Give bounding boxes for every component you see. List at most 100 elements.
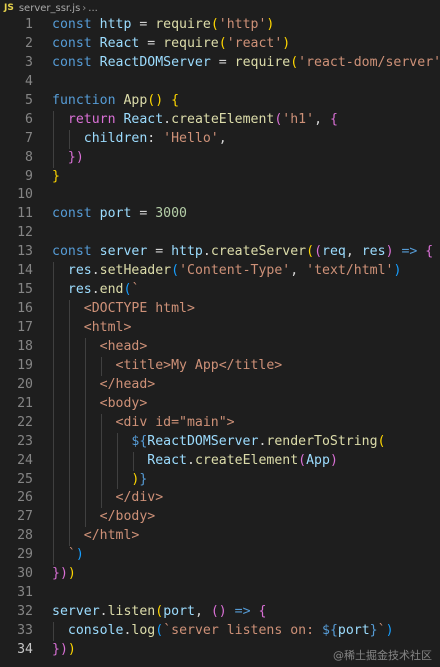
code-text: })) bbox=[52, 565, 76, 584]
code-line[interactable]: 28 </html> bbox=[0, 527, 440, 547]
code-token: ( bbox=[306, 244, 315, 260]
code-line[interactable]: 5 function App() { bbox=[0, 92, 440, 111]
code-token: App bbox=[306, 452, 330, 468]
code-token: const bbox=[52, 17, 100, 32]
code-line[interactable]: 26 </div> bbox=[0, 489, 440, 509]
code-line[interactable]: 9} bbox=[0, 168, 440, 187]
code-line[interactable]: 12 bbox=[0, 224, 440, 243]
line-number: 14 bbox=[17, 263, 33, 279]
code-line[interactable]: 29 `) bbox=[0, 546, 440, 566]
code-token: require bbox=[155, 17, 211, 32]
code-line[interactable]: 22 <div id="main"> bbox=[0, 413, 440, 433]
code-line[interactable]: 23 ${ReactDOMServer.renderToString( bbox=[0, 432, 440, 452]
code-line[interactable]: 32 server.listen(port, () => { bbox=[0, 603, 440, 622]
code-token: ` bbox=[377, 623, 386, 638]
code-token: { bbox=[329, 111, 338, 127]
code-line[interactable]: 2 const React = require('react') bbox=[0, 35, 440, 54]
code-text: <body> bbox=[52, 395, 148, 414]
code-text: <div id="main"> bbox=[52, 414, 235, 433]
code-token: , bbox=[290, 263, 307, 279]
code-token: const bbox=[52, 244, 100, 260]
code-text: React.createElement(App) bbox=[52, 452, 338, 471]
breadcrumb-filename[interactable]: server_ssr.js bbox=[19, 3, 80, 14]
code-token: { bbox=[425, 244, 434, 260]
code-token: . bbox=[186, 452, 195, 468]
code-line[interactable]: 19 <title>My App</title> bbox=[0, 356, 440, 376]
code-token: <title>My App</title> bbox=[52, 357, 283, 373]
code-line[interactable]: 15 res.end(` bbox=[0, 281, 440, 301]
code-line[interactable]: 8 }) bbox=[0, 148, 440, 168]
code-line[interactable]: 20 </head> bbox=[0, 375, 440, 395]
code-token: server bbox=[52, 604, 100, 620]
code-token: ReactDOMServer bbox=[99, 54, 211, 70]
code-token: port bbox=[163, 604, 195, 620]
code-token: const bbox=[52, 206, 100, 222]
code-text: `) bbox=[52, 546, 84, 565]
code-line[interactable]: 16 <DOCTYPE html> bbox=[0, 300, 440, 319]
code-token: = bbox=[139, 35, 164, 51]
code-line[interactable]: 17 <html> bbox=[0, 319, 440, 338]
code-line[interactable]: 4 bbox=[0, 73, 440, 92]
breadcrumb: JS server_ssr.js › ... bbox=[0, 0, 440, 16]
code-token: <body> bbox=[52, 395, 148, 411]
code-text: } bbox=[52, 168, 60, 187]
code-token: = bbox=[147, 244, 172, 260]
code-editor[interactable]: 1 const http = require('http') 2 const Reac… bbox=[0, 16, 440, 660]
line-number: 28 bbox=[17, 528, 33, 544]
line-number: 34 bbox=[17, 641, 33, 657]
code-token: 'react' bbox=[226, 35, 283, 51]
code-line[interactable]: 1 const http = require('http') bbox=[0, 16, 440, 35]
code-token: ( bbox=[155, 623, 164, 638]
code-token: createElement bbox=[194, 452, 299, 468]
code-token: ) bbox=[385, 244, 402, 260]
code-token: createElement bbox=[171, 111, 275, 127]
code-text: const http = require('http') bbox=[52, 16, 274, 35]
code-token: ${ bbox=[52, 433, 148, 449]
code-line[interactable]: 21 <body> bbox=[0, 394, 440, 414]
line-number: 25 bbox=[17, 471, 33, 487]
code-line[interactable]: 14 res.setHeader('Content-Type', 'text/h… bbox=[0, 262, 440, 282]
code-line[interactable]: 31 bbox=[0, 584, 440, 603]
code-token: ) bbox=[67, 566, 76, 582]
code-token: function bbox=[52, 92, 124, 108]
code-token: }) bbox=[52, 566, 68, 582]
code-line[interactable]: 3 const ReactDOMServer = require('react-d… bbox=[0, 54, 440, 73]
code-token: ( bbox=[218, 35, 227, 51]
code-line[interactable]: 18 <head> bbox=[0, 337, 440, 357]
code-line[interactable]: 6 return React.createElement('h1', { bbox=[0, 110, 440, 130]
code-token: http bbox=[99, 17, 132, 32]
code-line[interactable]: 24 React.createElement(App) bbox=[0, 451, 440, 471]
code-token: ( bbox=[314, 244, 323, 260]
code-text: const ReactDOMServer = require('react-do… bbox=[52, 54, 440, 73]
line-number: 15 bbox=[17, 282, 33, 298]
code-line[interactable]: 30})) bbox=[0, 565, 440, 584]
code-token: req bbox=[322, 244, 346, 260]
line-number: 20 bbox=[17, 376, 33, 392]
line-number: 19 bbox=[17, 357, 33, 373]
code-token: 'h1' bbox=[282, 111, 315, 127]
code-token: ) bbox=[266, 17, 275, 32]
line-number: 32 bbox=[17, 604, 33, 620]
code-token: React bbox=[123, 111, 164, 127]
code-token: React bbox=[99, 35, 140, 51]
code-text: const port = 3000 bbox=[52, 205, 187, 224]
code-token: 'Content-Type' bbox=[179, 263, 291, 279]
code-token: { bbox=[258, 604, 267, 620]
code-line[interactable]: 11 const port = 3000 bbox=[0, 205, 440, 224]
code-token: res bbox=[52, 282, 92, 298]
line-number: 9 bbox=[25, 168, 33, 184]
line-number: 33 bbox=[17, 623, 33, 638]
code-line[interactable]: 27 </body> bbox=[0, 508, 440, 528]
code-token: port bbox=[337, 623, 370, 638]
breadcrumb-ellipsis[interactable]: ... bbox=[88, 3, 98, 14]
code-line[interactable]: 7 children: 'Hello', bbox=[0, 129, 440, 149]
code-line[interactable]: 33 console.log(`server listens on: ${por… bbox=[0, 622, 440, 641]
line-number: 4 bbox=[25, 73, 33, 89]
code-line[interactable]: 25 )} bbox=[0, 470, 440, 490]
code-token: ( bbox=[155, 604, 164, 620]
line-number: 10 bbox=[17, 187, 33, 203]
code-token: `server listens on: bbox=[163, 623, 322, 638]
code-line[interactable]: 13 const server = http.createServer((req,… bbox=[0, 243, 440, 262]
code-line[interactable]: 10 bbox=[0, 186, 440, 205]
code-token: </html> bbox=[52, 528, 140, 544]
